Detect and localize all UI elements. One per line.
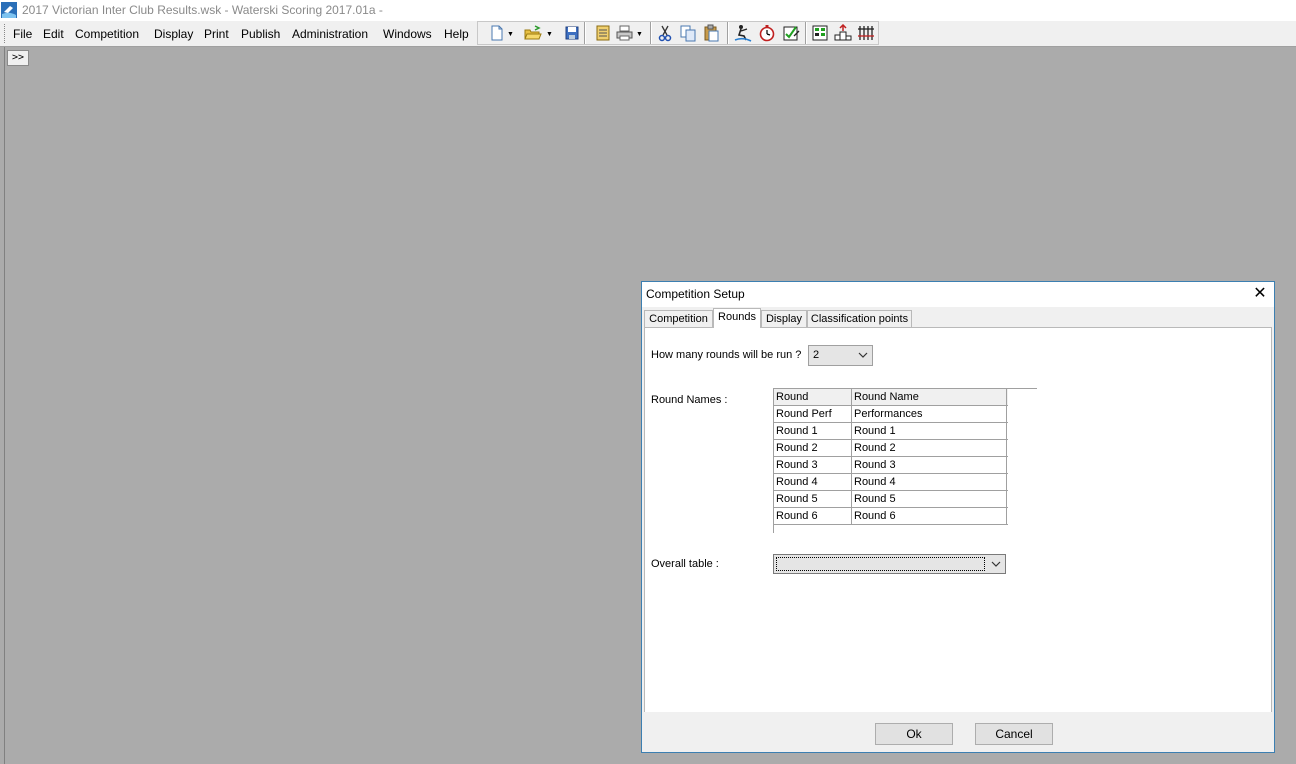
waterski-app-icon [1,2,17,18]
menu-print[interactable]: Print [204,27,229,41]
menu-bar: File Edit Competition Display Print Publ… [0,21,1296,47]
round-name-cell[interactable]: Round 3 [852,457,1007,473]
print-dropdown-icon[interactable]: ▼ [636,31,643,38]
overall-table-select[interactable] [773,554,1006,574]
menu-file[interactable]: File [13,27,32,41]
new-document-icon[interactable] [488,24,506,42]
chevron-down-icon [991,561,1001,567]
round-name-cell[interactable]: Round 5 [852,491,1007,507]
menu-grip [4,24,7,43]
round-cell[interactable]: Round 3 [774,457,852,473]
column-header-round[interactable]: Round [774,389,852,405]
expand-panel-button[interactable]: >> [7,50,29,66]
round-names-grid[interactable]: Round Round Name Round Perf Performances… [773,388,1008,525]
close-icon[interactable]: ✕ [1250,284,1270,304]
round-names-label: Round Names : [651,394,728,406]
window-title: 2017 Victorian Inter Club Results.wsk - … [22,3,383,17]
chevron-down-icon [858,352,868,358]
stopwatch-icon[interactable] [758,24,776,42]
grid-border [1007,388,1037,389]
skier-icon[interactable] [734,24,752,42]
tab-display[interactable]: Display [761,310,807,327]
new-dropdown-icon[interactable]: ▼ [507,31,514,38]
column-header-round-name[interactable]: Round Name [852,389,1007,405]
table-row[interactable]: Round Perf Performances [774,406,1008,423]
scoring-icon[interactable] [782,24,800,42]
properties-icon[interactable] [594,24,612,42]
menu-competition[interactable]: Competition [75,27,139,41]
table-row[interactable]: Round 5 Round 5 [774,491,1008,508]
round-cell[interactable]: Round 2 [774,440,852,456]
paste-icon[interactable] [702,24,720,42]
tab-competition[interactable]: Competition [644,310,713,327]
round-cell[interactable]: Round 1 [774,423,852,439]
toolbar-separator [727,22,729,44]
round-name-cell[interactable]: Round 2 [852,440,1007,456]
cut-icon[interactable] [656,24,674,42]
menu-publish[interactable]: Publish [241,27,280,41]
window-title-bar: 2017 Victorian Inter Club Results.wsk - … [0,0,1296,21]
round-cell[interactable]: Round 5 [774,491,852,507]
table-row[interactable]: Round 3 Round 3 [774,457,1008,474]
round-name-cell[interactable]: Round 1 [852,423,1007,439]
podium-icon[interactable] [834,24,852,42]
toolbar-separator [805,22,807,44]
dialog-footer: Ok Cancel [642,712,1274,752]
round-name-cell[interactable]: Round 4 [852,474,1007,490]
tab-classification-points[interactable]: Classification points [807,310,912,327]
cancel-button[interactable]: Cancel [975,723,1053,745]
menu-edit[interactable]: Edit [43,27,64,41]
menu-display[interactable]: Display [154,27,193,41]
competition-setup-dialog: Competition Setup ✕ Competition Rounds D… [641,281,1275,753]
print-icon[interactable] [616,24,634,42]
menu-windows[interactable]: Windows [383,27,432,41]
round-name-cell[interactable]: Performances [852,406,1007,422]
open-dropdown-icon[interactable]: ▼ [546,31,553,38]
tab-rounds[interactable]: Rounds [713,308,761,328]
rounds-count-label: How many rounds will be run ? [651,349,802,361]
results-icon[interactable] [857,24,875,42]
toolbar-separator [650,22,652,44]
open-folder-icon[interactable] [524,24,542,42]
overall-table-value [776,557,985,571]
grid-border [773,525,774,533]
round-name-cell[interactable]: Round 6 [852,508,1007,524]
rounds-tab-panel: How many rounds will be run ? 2 Round Na… [644,327,1272,713]
ok-button[interactable]: Ok [875,723,953,745]
round-cell[interactable]: Round 6 [774,508,852,524]
toolbar-separator [584,22,586,44]
rounds-count-value: 2 [813,349,820,361]
table-row[interactable]: Round 4 Round 4 [774,474,1008,491]
rounds-count-select[interactable]: 2 [808,345,873,366]
table-row[interactable]: Round 1 Round 1 [774,423,1008,440]
dialog-title: Competition Setup [646,287,745,301]
menu-administration[interactable]: Administration [292,27,368,41]
menu-help[interactable]: Help [444,27,469,41]
scoreboard-icon[interactable] [811,24,829,42]
grid-header-row: Round Round Name [774,389,1008,406]
save-icon[interactable] [563,24,581,42]
overall-table-label: Overall table : [651,558,719,570]
round-cell[interactable]: Round 4 [774,474,852,490]
table-row[interactable]: Round 2 Round 2 [774,440,1008,457]
round-cell[interactable]: Round Perf [774,406,852,422]
dialog-title-bar: Competition Setup ✕ [642,282,1274,307]
copy-icon[interactable] [679,24,697,42]
table-row[interactable]: Round 6 Round 6 [774,508,1008,525]
